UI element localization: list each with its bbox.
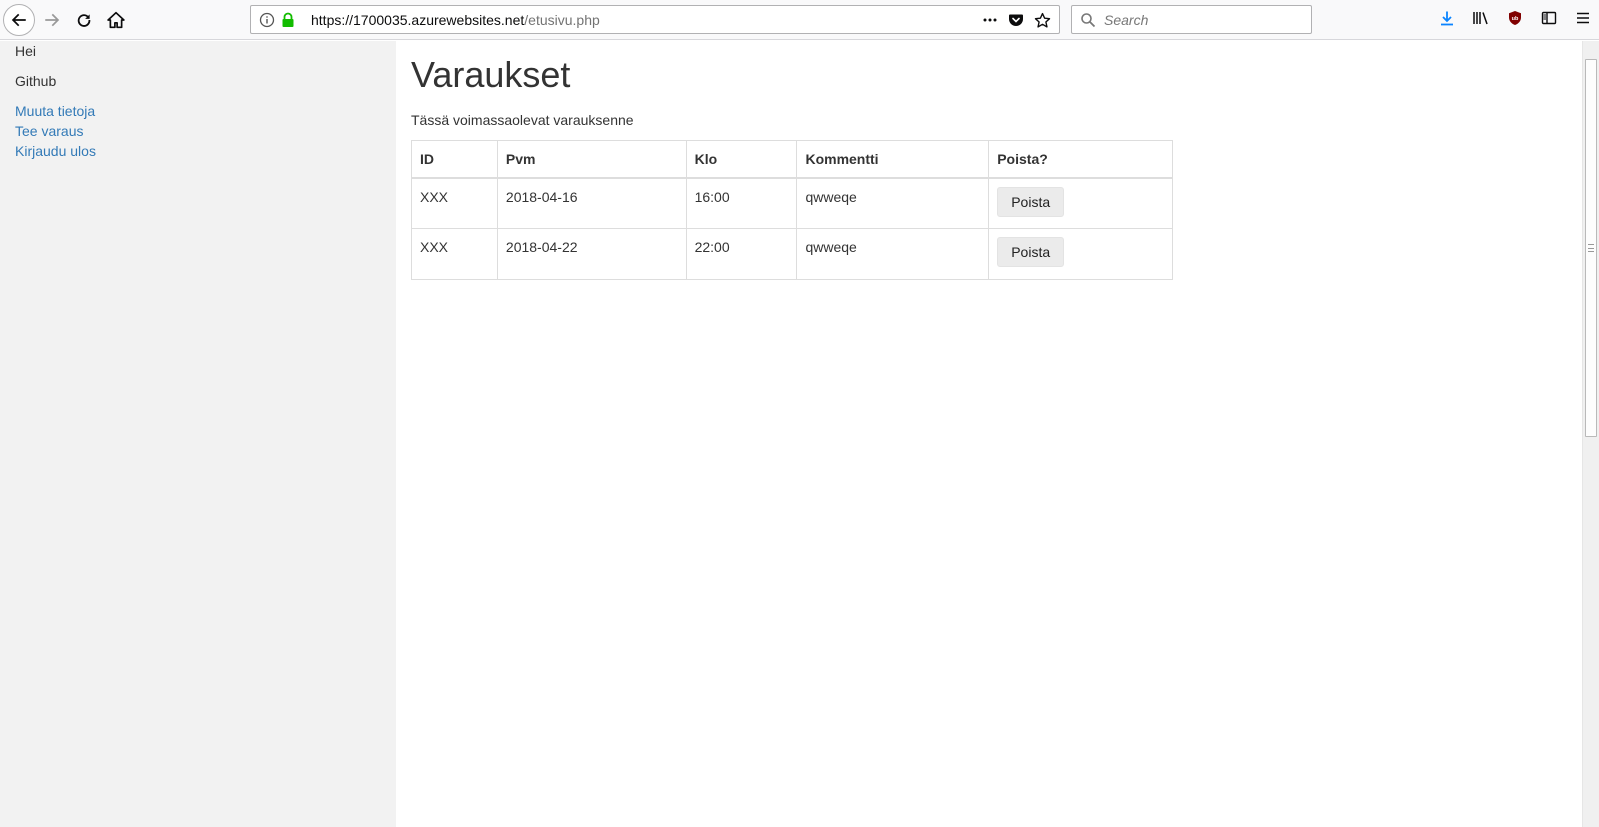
table-row: XXX 2018-04-22 22:00 qwweqe Poista: [411, 228, 1173, 280]
toolbar-right-tools: ub: [1437, 8, 1593, 28]
info-icon[interactable]: [259, 12, 275, 28]
forward-button[interactable]: [36, 4, 68, 36]
cell-pvm: 2018-04-22: [496, 228, 687, 280]
url-path: /etusivu.php: [524, 11, 600, 28]
home-button[interactable]: [100, 4, 132, 36]
home-icon: [107, 11, 125, 29]
cell-pvm: 2018-04-16: [496, 177, 687, 229]
search-input[interactable]: [1102, 10, 1292, 29]
library-icon[interactable]: [1471, 8, 1491, 28]
cell-kommentti: qwweqe: [796, 228, 990, 280]
page-lead: Tässä voimassaolevat varauksenne: [411, 112, 634, 128]
url-text[interactable]: https://1700035.azurewebsites.net/etusiv…: [311, 12, 600, 28]
header-kommentti: Kommentti: [796, 140, 990, 179]
greeting-text: Hei: [15, 43, 37, 59]
sidebar: Hei Github Muuta tietoja Tee varaus Kirj…: [0, 41, 396, 827]
cell-id: XXX: [411, 228, 498, 280]
svg-text:ub: ub: [1512, 16, 1519, 22]
link-tee-varaus[interactable]: Tee varaus: [15, 121, 96, 141]
cell-kommentti: qwweqe: [796, 177, 990, 229]
search-bar[interactable]: [1071, 5, 1312, 34]
page-title: Varaukset: [411, 54, 571, 95]
scrollbar-thumb[interactable]: [1585, 59, 1597, 437]
cell-klo: 22:00: [685, 228, 798, 280]
reservations-table: ID Pvm Klo Kommentti Poista? XXX 2018-04…: [411, 140, 1173, 280]
delete-button[interactable]: Poista: [997, 186, 1065, 217]
delete-button[interactable]: Poista: [997, 237, 1065, 267]
link-kirjaudu-ulos[interactable]: Kirjaudu ulos: [15, 141, 96, 161]
table-row: XXX 2018-04-16 16:00 qwweqe Poista: [411, 177, 1173, 229]
main-content: Varaukset Tässä voimassaolevat varauksen…: [396, 41, 1582, 827]
back-icon: [10, 11, 28, 29]
ublock-icon[interactable]: ub: [1505, 8, 1525, 28]
sidebar-toggle-icon[interactable]: [1539, 8, 1559, 28]
url-host: https://1700035.azurewebsites.net: [311, 11, 525, 28]
cell-id: XXX: [411, 177, 498, 229]
cell-action: Poista: [988, 177, 1173, 229]
header-id: ID: [411, 140, 498, 179]
menu-icon[interactable]: [1573, 8, 1593, 28]
cell-klo: 16:00: [685, 177, 798, 229]
forward-icon: [43, 11, 61, 29]
download-icon[interactable]: [1437, 8, 1457, 28]
vertical-scrollbar[interactable]: [1582, 41, 1599, 827]
more-icon[interactable]: [982, 12, 998, 28]
pocket-icon[interactable]: [1008, 12, 1024, 28]
browser-toolbar: https://1700035.azurewebsites.net/etusiv…: [0, 0, 1599, 40]
header-pvm: Pvm: [496, 140, 687, 179]
cell-action: Poista: [988, 228, 1173, 280]
sidebar-nav: Muuta tietoja Tee varaus Kirjaudu ulos: [15, 101, 96, 161]
search-icon: [1080, 12, 1096, 28]
github-text: Github: [15, 73, 57, 89]
bookmark-star-icon[interactable]: [1034, 12, 1051, 29]
header-klo: Klo: [685, 140, 798, 179]
table-header-row: ID Pvm Klo Kommentti Poista?: [411, 140, 1173, 179]
address-bar[interactable]: https://1700035.azurewebsites.net/etusiv…: [250, 5, 1060, 34]
reload-icon: [75, 11, 93, 29]
scrollbar-grip-icon: [1588, 244, 1594, 252]
reload-button[interactable]: [68, 4, 100, 36]
url-actions: [982, 9, 1051, 31]
link-muuta-tietoja[interactable]: Muuta tietoja: [15, 101, 96, 121]
header-poista: Poista?: [988, 140, 1173, 179]
back-button[interactable]: [3, 4, 35, 36]
lock-icon[interactable]: [281, 12, 295, 28]
